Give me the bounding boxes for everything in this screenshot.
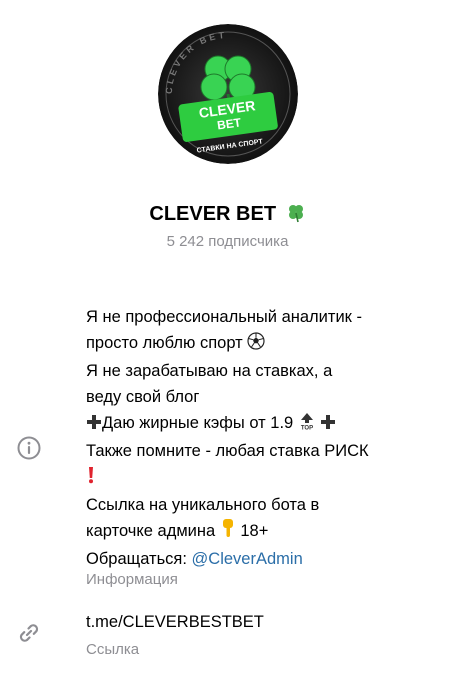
channel-link[interactable]: t.me/CLEVERBESTBET (86, 610, 264, 634)
info-field-label: Информация (86, 571, 178, 588)
channel-title: CLEVER BET (0, 200, 455, 231)
pointing-down-hand-icon (220, 518, 236, 546)
description-line: веду свой блог (86, 388, 200, 406)
channel-avatar[interactable]: CLEVER BET CLEVER BET СТАВКИ НА СПОРТ (158, 24, 298, 164)
soccer-ball-icon (247, 332, 265, 358)
description-line: Даю жирные кэфы от 1.9 (102, 414, 294, 432)
description-line: Я не зарабатываю на ставках, а (86, 362, 333, 380)
age-rating: 18+ (240, 522, 269, 540)
channel-name: CLEVER BET (149, 203, 277, 225)
red-exclamation-icon (86, 466, 96, 492)
link-field-label: Ссылка (86, 641, 140, 658)
description-line: Ссылка на уникального бота в (86, 496, 320, 514)
description-line: карточке админа (86, 522, 216, 540)
info-circle-icon (16, 435, 42, 461)
description-line: Также помните - любая ставка РИСК (86, 442, 369, 460)
heavy-plus-icon (86, 412, 102, 438)
channel-info-page: CLEVER BET CLEVER BET СТАВКИ НА СПОРТ CL… (0, 0, 455, 676)
description-line: Я не профессиональный аналитик - (86, 308, 362, 326)
link-chain-icon (16, 620, 42, 646)
svg-text:TOP: TOP (301, 426, 313, 431)
admin-mention-link[interactable]: @CleverAdmin (192, 550, 303, 568)
four-leaf-clover-icon (286, 203, 306, 231)
description-line: просто люблю спорт (86, 334, 243, 352)
top-arrow-icon: TOP (298, 412, 316, 438)
channel-description: Я не профессиональный аналитик - просто … (86, 304, 441, 572)
description-line: Обращаться: (86, 550, 187, 568)
heavy-plus-icon (320, 412, 336, 438)
subscriber-count: 5 242 подписчика (166, 233, 289, 250)
